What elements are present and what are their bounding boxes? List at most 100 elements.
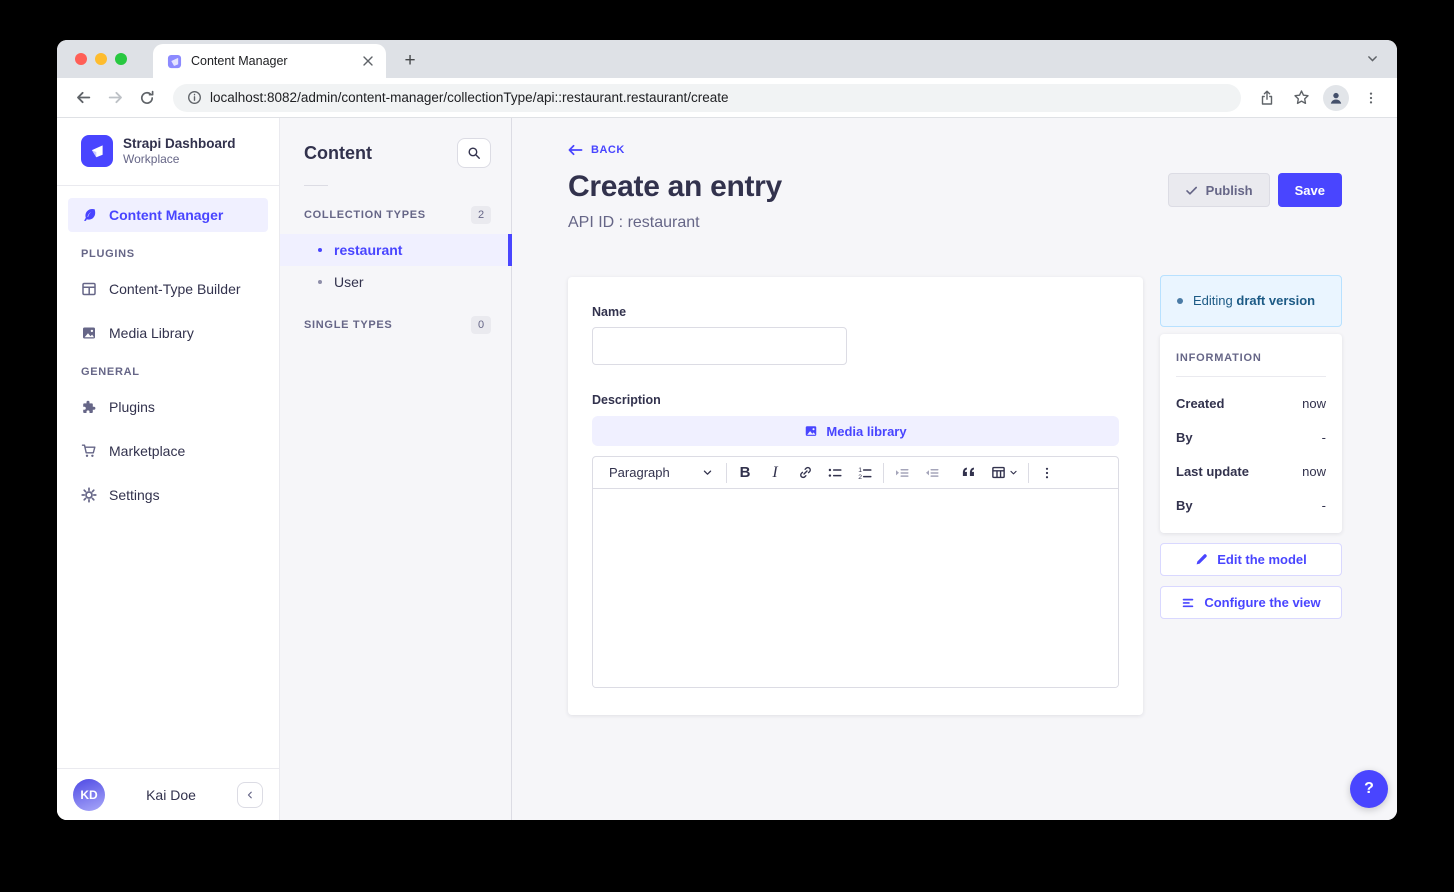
sidebar-collapse-button[interactable] xyxy=(237,782,263,808)
bold-button[interactable]: B xyxy=(730,460,760,486)
browser-forward-icon[interactable] xyxy=(101,84,129,112)
sidebar-item-content-type-builder[interactable]: Content-Type Builder xyxy=(68,272,268,306)
strapi-favicon-icon xyxy=(167,54,182,69)
editor-toolbar: Paragraph B I xyxy=(593,457,1118,489)
user-name: Kai Doe xyxy=(113,787,229,803)
sidebar-item-label: Content-Type Builder xyxy=(109,281,241,297)
browser-back-icon[interactable] xyxy=(69,84,97,112)
single-types-label: SINGLE TYPES xyxy=(304,319,392,331)
address-bar[interactable]: localhost:8082/admin/content-manager/col… xyxy=(173,84,1241,112)
media-library-button[interactable]: Media library xyxy=(592,416,1119,446)
browser-menu-icon[interactable] xyxy=(1357,84,1385,112)
back-link[interactable]: BACK xyxy=(568,144,625,156)
workspace-brand[interactable]: Strapi Dashboard Workplace xyxy=(57,118,279,186)
user-avatar[interactable]: KD xyxy=(73,779,105,811)
chevron-down-icon xyxy=(702,467,713,478)
subnav-item-user[interactable]: User xyxy=(280,266,511,298)
table-button[interactable] xyxy=(983,460,1025,486)
description-field-label: Description xyxy=(592,393,1119,407)
desktop-background: Content Manager + xyxy=(0,0,1454,892)
description-textarea[interactable] xyxy=(593,489,1118,687)
sidebar-item-settings[interactable]: Settings xyxy=(68,478,268,512)
browser-tab[interactable]: Content Manager xyxy=(153,44,386,78)
sidebar-item-label: Plugins xyxy=(109,399,155,415)
info-label: Last update xyxy=(1176,464,1249,479)
browser-reload-icon[interactable] xyxy=(133,84,161,112)
paragraph-style-value: Paragraph xyxy=(609,465,670,480)
publish-button[interactable]: Publish xyxy=(1168,173,1270,207)
information-card: INFORMATION Created now By - L xyxy=(1160,334,1342,533)
sidebar-item-media-library[interactable]: Media Library xyxy=(68,316,268,350)
image-icon xyxy=(804,424,818,438)
status-dot-icon xyxy=(1177,298,1183,304)
tab-strip: Content Manager + xyxy=(57,40,1397,78)
subnav-item-label: User xyxy=(334,274,364,290)
cart-icon xyxy=(81,443,97,459)
edit-model-button[interactable]: Edit the model xyxy=(1160,543,1342,576)
browser-actions xyxy=(1253,84,1385,112)
tab-list-chevron-icon[interactable] xyxy=(1366,52,1379,65)
sidebar-item-marketplace[interactable]: Marketplace xyxy=(68,434,268,468)
publish-label: Publish xyxy=(1206,183,1253,198)
sidebar-section-plugins: PLUGINS xyxy=(81,248,255,260)
link-icon[interactable] xyxy=(790,460,820,486)
help-button[interactable]: ? xyxy=(1350,770,1388,808)
tab-close-icon[interactable] xyxy=(360,53,376,69)
collection-types-header: COLLECTION TYPES 2 xyxy=(280,196,511,234)
paragraph-style-select[interactable]: Paragraph xyxy=(595,457,723,488)
collection-types-label: COLLECTION TYPES xyxy=(304,209,426,221)
search-button[interactable] xyxy=(457,138,491,168)
window-minimize-button[interactable] xyxy=(95,53,107,65)
save-button[interactable]: Save xyxy=(1278,173,1342,207)
bookmark-star-icon[interactable] xyxy=(1287,84,1315,112)
svg-text:2: 2 xyxy=(858,473,862,480)
subnav-item-restaurant[interactable]: restaurant xyxy=(280,234,511,266)
toolbar-divider xyxy=(883,463,884,483)
sidebar-item-label: Marketplace xyxy=(109,443,185,459)
check-icon xyxy=(1185,184,1198,197)
bullet-icon xyxy=(318,248,322,252)
main-sidebar: Strapi Dashboard Workplace Content Manag… xyxy=(57,118,280,820)
indent-decrease-icon[interactable] xyxy=(917,460,947,486)
layout-icon xyxy=(81,281,97,297)
sidebar-item-content-manager[interactable]: Content Manager xyxy=(68,198,268,232)
gear-icon xyxy=(81,487,97,503)
strapi-logo-icon xyxy=(81,135,113,167)
subnav-item-label: restaurant xyxy=(334,242,402,258)
information-divider xyxy=(1176,376,1326,377)
main-content: BACK Create an entry Publish Save xyxy=(512,118,1397,820)
quote-icon[interactable] xyxy=(953,460,983,486)
single-types-count: 0 xyxy=(471,316,491,334)
draft-bold: draft version xyxy=(1236,293,1315,308)
back-label: BACK xyxy=(591,144,625,156)
new-tab-button[interactable]: + xyxy=(396,47,424,75)
window-close-button[interactable] xyxy=(75,53,87,65)
configure-view-button[interactable]: Configure the view xyxy=(1160,586,1342,619)
site-info-icon[interactable] xyxy=(187,90,202,105)
collection-types-count: 2 xyxy=(471,206,491,224)
tab-title: Content Manager xyxy=(191,54,351,68)
browser-profile-avatar[interactable] xyxy=(1323,85,1349,111)
draft-status-text: Editing draft version xyxy=(1193,291,1315,311)
entry-form-card: Name Description Media library xyxy=(568,277,1143,715)
table-icon xyxy=(991,465,1006,480)
content-subnav: Content COLLECTION TYPES 2 restaurant xyxy=(280,118,512,820)
sidebar-item-label: Settings xyxy=(109,487,160,503)
sidebar-nav: Content Manager PLUGINS Content-Type Bui… xyxy=(57,186,279,522)
indent-increase-icon[interactable] xyxy=(887,460,917,486)
info-row-created-by: By - xyxy=(1176,430,1326,445)
italic-button[interactable]: I xyxy=(760,460,790,486)
sidebar-item-plugins[interactable]: Plugins xyxy=(68,390,268,424)
name-input[interactable] xyxy=(592,327,847,365)
subnav-title: Content xyxy=(304,143,372,164)
window-zoom-button[interactable] xyxy=(115,53,127,65)
sidebar-item-label: Media Library xyxy=(109,325,194,341)
toolbar-divider xyxy=(1028,463,1029,483)
share-icon[interactable] xyxy=(1253,84,1281,112)
more-options-icon[interactable] xyxy=(1032,460,1062,486)
strapi-app: Strapi Dashboard Workplace Content Manag… xyxy=(57,118,1397,820)
bulleted-list-icon[interactable] xyxy=(820,460,850,486)
numbered-list-icon[interactable]: 12 xyxy=(850,460,880,486)
info-row-last-update: Last update now xyxy=(1176,464,1326,479)
workspace-title: Strapi Dashboard xyxy=(123,136,236,153)
